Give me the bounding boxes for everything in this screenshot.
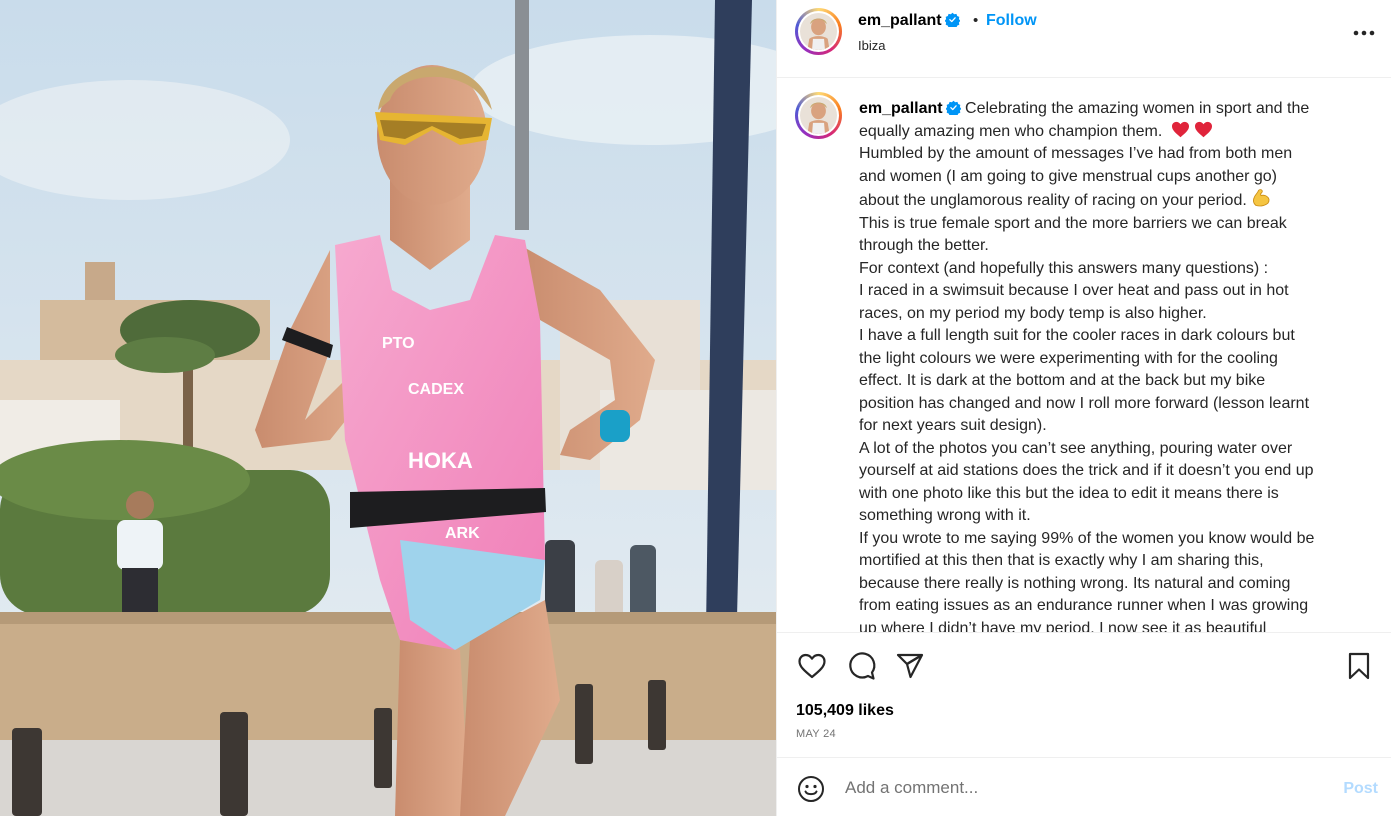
heart-outline-icon — [798, 653, 826, 679]
caption-line: up where I didn’t have my period. I now … — [859, 619, 1267, 633]
svg-text:ARK: ARK — [445, 525, 480, 542]
caption-line: with one photo like this but the idea to… — [859, 484, 1279, 502]
caption-line: Humbled by the amount of messages I’ve h… — [859, 145, 1293, 162]
save-button[interactable] — [1343, 650, 1375, 682]
like-button[interactable] — [796, 650, 828, 682]
caption-line: I raced in a swimsuit because I over hea… — [859, 282, 1289, 299]
flexed-biceps-icon — [1252, 189, 1270, 207]
caption-line: because there really is nothing wrong. I… — [859, 574, 1291, 592]
caption-line: yourself at aid stations does the trick … — [859, 462, 1314, 479]
paper-plane-icon — [896, 653, 924, 679]
caption-line: races, on my period my body temp is also… — [859, 304, 1207, 322]
caption-line: and women (I am going to give menstrual … — [859, 167, 1278, 185]
follow-button[interactable]: Follow — [986, 12, 1037, 30]
caption-line: position has changed and now I roll more… — [859, 394, 1310, 412]
caption-line: equally amazing men who champion them. — [859, 121, 1369, 144]
action-bar — [777, 646, 1391, 686]
separator-dot: • — [973, 12, 979, 29]
section-divider — [777, 632, 1391, 633]
red-heart-icon — [1194, 121, 1212, 137]
caption-line: mortified at this then that is exactly w… — [859, 552, 1264, 569]
post-header: em_pallant • Follow Ibiza — [777, 0, 1391, 78]
caption-line: A lot of the photos you can’t see anythi… — [859, 439, 1293, 457]
post-location[interactable]: Ibiza — [858, 38, 885, 53]
caption-line: something wrong with it. — [859, 507, 1031, 524]
caption-username[interactable]: em_pallant — [859, 100, 943, 117]
post-photo[interactable]: PTO CADEX HOKA ARK — [0, 0, 776, 816]
svg-text:CADEX: CADEX — [408, 381, 464, 398]
caption-line: em_pallant Celebrating the amazing women… — [859, 98, 1369, 121]
svg-text:HOKA: HOKA — [408, 448, 473, 473]
likes-count[interactable]: 105,409 likes — [796, 702, 894, 720]
share-button[interactable] — [894, 650, 926, 682]
post-details-panel: em_pallant • Follow Ibiza em_pallant Cel… — [776, 0, 1391, 816]
bookmark-icon — [1348, 652, 1370, 680]
comment-input[interactable] — [845, 772, 1315, 804]
caption-text: equally amazing men who champion them. — [859, 122, 1163, 140]
post-date[interactable]: MAY 24 — [796, 728, 836, 740]
caption-text: Celebrating the amazing women in sport a… — [965, 100, 1310, 117]
more-horizontal-icon[interactable] — [1350, 22, 1378, 44]
caption-line: I have a full length suit for the cooler… — [859, 327, 1295, 344]
caption-line: effect. It is dark at the bottom and at … — [859, 372, 1266, 389]
username-text[interactable]: em_pallant — [858, 12, 942, 29]
instagram-post: PTO CADEX HOKA ARK em_pallant • Follow I… — [0, 0, 1391, 816]
post-author-username[interactable]: em_pallant — [858, 12, 960, 30]
caption-line: the light colours we were experimenting … — [859, 349, 1278, 367]
avatar-image — [800, 13, 837, 50]
caption-line: about the unglamorous reality of racing … — [859, 188, 1369, 213]
caption-scroll-area[interactable]: em_pallant Celebrating the amazing women… — [777, 78, 1391, 632]
avatar-image — [800, 97, 837, 134]
verified-badge-icon — [945, 100, 961, 115]
smiley-icon[interactable] — [796, 774, 826, 804]
photo-athlete-running: PTO CADEX HOKA ARK — [0, 0, 776, 816]
red-heart-icon — [1171, 121, 1189, 137]
verified-badge-icon — [944, 12, 960, 27]
avatar[interactable] — [795, 8, 842, 55]
caption-line: through the better. — [859, 237, 989, 254]
caption-line: For context (and hopefully this answers … — [859, 259, 1269, 277]
caption-text: about the unglamorous reality of racing … — [859, 192, 1247, 209]
caption-line: from eating issues as an endurance runne… — [859, 597, 1309, 614]
svg-text:PTO: PTO — [382, 335, 415, 352]
caption-line: for next years suit design). — [859, 417, 1047, 434]
comment-bar: Post — [777, 758, 1391, 816]
post-comment-button[interactable]: Post — [1343, 780, 1378, 798]
post-caption: em_pallant Celebrating the amazing women… — [859, 98, 1369, 632]
caption-avatar[interactable] — [795, 92, 842, 139]
comment-button[interactable] — [845, 650, 877, 682]
caption-line: If you wrote to me saying 99% of the wom… — [859, 529, 1315, 547]
caption-line: This is true female sport and the more b… — [859, 214, 1287, 232]
comment-icon — [849, 652, 876, 680]
